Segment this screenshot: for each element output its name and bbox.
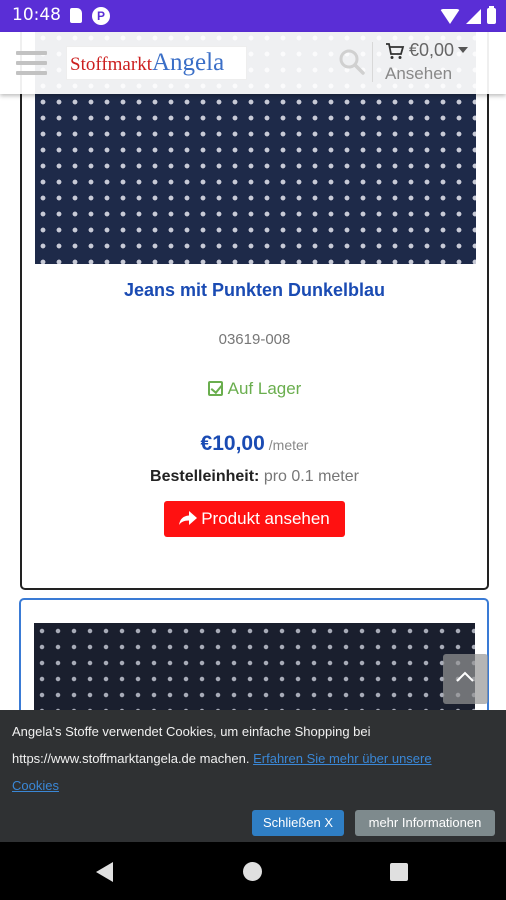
cart-amount: €0,00 <box>409 40 455 60</box>
cart-view-label: Ansehen <box>385 64 453 83</box>
view-product-label: Produkt ansehen <box>201 509 330 528</box>
caret-down-icon <box>458 47 468 53</box>
cookie-more-info-button[interactable]: mehr Informationen <box>355 810 495 836</box>
p-notification-icon: P <box>92 7 110 25</box>
product-price: €10,00 <box>200 432 265 455</box>
stock-label: Auf Lager <box>227 379 302 398</box>
check-square-icon <box>207 381 223 396</box>
cookie-close-button[interactable]: Schließen X <box>252 810 344 836</box>
signal-icon <box>466 8 481 24</box>
logo-part-1: Stoffmarkt <box>70 54 152 75</box>
product-title[interactable]: Jeans mit Punkten Dunkelblau <box>22 280 487 301</box>
status-bar: 10:48 P <box>0 0 506 32</box>
stock-status: Auf Lager <box>22 379 487 399</box>
price-line: €10,00/meter <box>22 432 487 456</box>
wifi-icon <box>440 8 460 24</box>
status-time: 10:48 <box>12 5 61 25</box>
cart-icon <box>386 43 405 59</box>
search-icon[interactable] <box>339 49 365 75</box>
logo-part-2: Angela <box>151 49 225 76</box>
site-header: StoffmarktAngela €0,00 Ansehen <box>0 32 506 94</box>
product-sku: 03619-008 <box>218 331 291 348</box>
battery-icon <box>487 6 496 24</box>
product-card[interactable]: Jeans mit Punkten Dunkelblau 03619-008 A… <box>20 32 489 590</box>
header-divider <box>372 42 373 82</box>
order-unit: Bestelleinheit: pro 0.1 meter <box>22 468 487 486</box>
scroll-to-top-button[interactable] <box>443 654 488 704</box>
price-unit: /meter <box>268 437 309 453</box>
recents-icon[interactable] <box>390 863 408 881</box>
view-product-button[interactable]: Produkt ansehen <box>164 501 345 537</box>
back-icon[interactable] <box>96 862 113 882</box>
android-nav-bar <box>0 842 506 900</box>
cookie-banner: Angela's Stoffe verwendet Cookies, um ei… <box>0 710 506 842</box>
status-icons <box>440 6 496 26</box>
chevron-up-icon <box>456 671 474 682</box>
home-icon[interactable] <box>243 862 262 881</box>
order-unit-value: pro 0.1 meter <box>259 468 359 485</box>
sd-card-icon <box>70 8 82 23</box>
cart-button[interactable]: €0,00 Ansehen <box>385 40 495 86</box>
menu-icon[interactable] <box>16 51 47 75</box>
site-logo[interactable]: StoffmarktAngela <box>66 46 247 80</box>
order-unit-label: Bestelleinheit: <box>150 468 260 485</box>
cookie-text: Angela's Stoffe verwendet Cookies, um ei… <box>12 718 472 799</box>
share-arrow-icon <box>179 511 198 525</box>
